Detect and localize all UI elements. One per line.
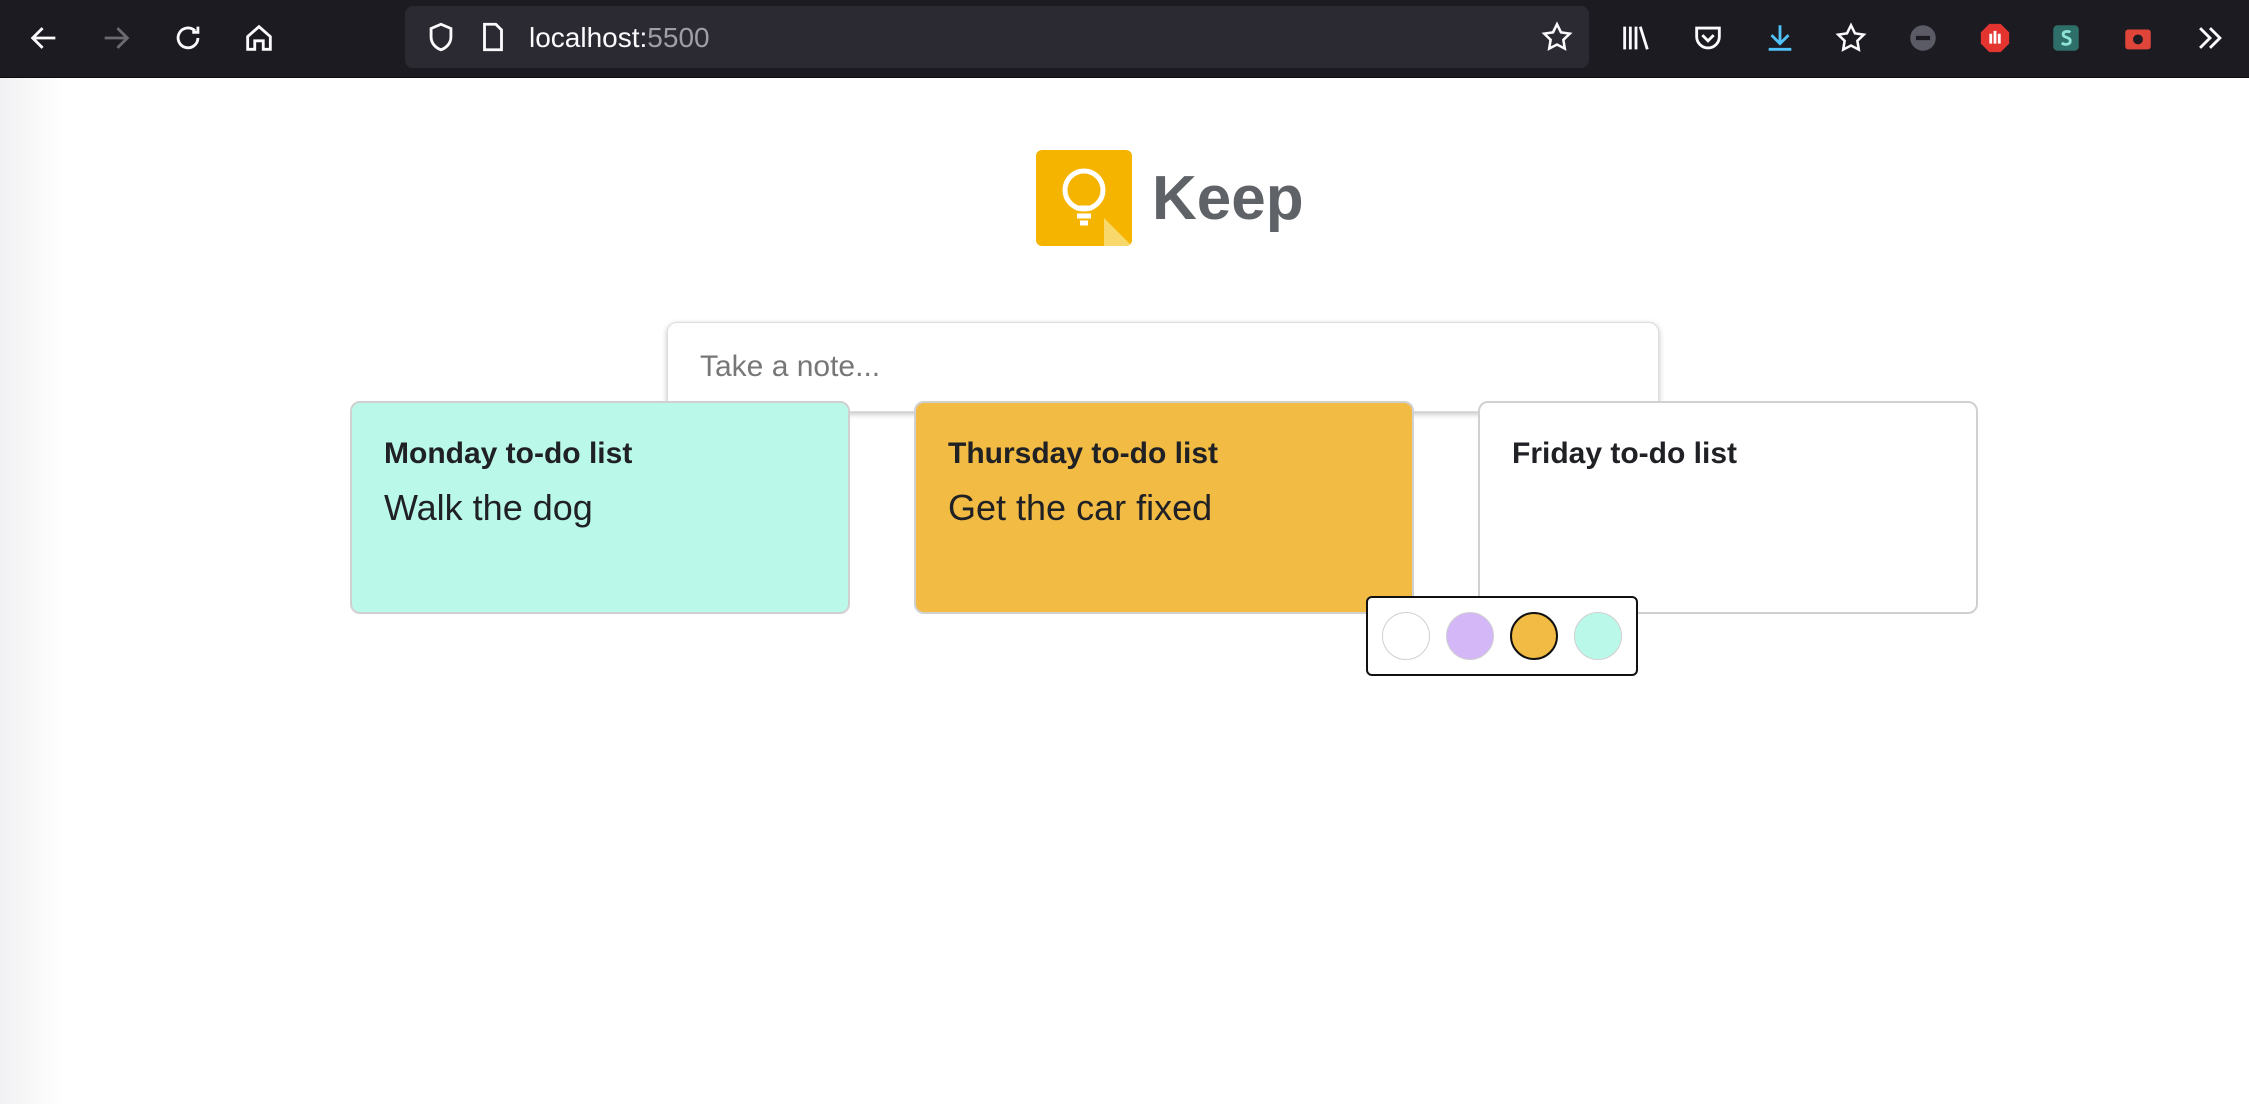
bookmark-star-button[interactable] (1531, 11, 1583, 63)
color-swatch[interactable] (1446, 612, 1494, 660)
stop-hand-icon (1980, 23, 2010, 53)
app-header: Keep (1036, 148, 1304, 248)
color-palette-popup (1366, 596, 1638, 676)
browser-toolbar: localhost:5500 (0, 0, 2249, 78)
page-content: Keep Monday to-do list Walk the dog Thursd… (0, 78, 2249, 1104)
note-body: Walk the dog (384, 487, 593, 528)
library-icon (1623, 26, 1649, 50)
url-text: localhost:5500 (529, 22, 710, 54)
extensions-button[interactable] (1825, 12, 1877, 64)
shield-icon[interactable] (415, 11, 467, 63)
chevrons-right-icon (2199, 27, 2222, 49)
downloads-button[interactable] (1754, 12, 1806, 64)
note-card[interactable]: Thursday to-do list Get the car fixed (914, 401, 1414, 614)
back-button[interactable] (18, 12, 70, 64)
star-list-icon (1835, 22, 1867, 52)
arrow-left-icon (30, 27, 56, 49)
arrow-right-icon (104, 27, 130, 49)
home-button[interactable] (233, 12, 285, 64)
pocket-button[interactable] (1682, 12, 1734, 64)
note-title: Monday to-do list (384, 437, 633, 470)
adblock-button[interactable] (1969, 12, 2021, 64)
note-card[interactable]: Friday to-do list (1478, 401, 1978, 614)
note-title: Friday to-do list (1512, 437, 1737, 470)
download-icon (1768, 25, 1792, 51)
color-swatch[interactable] (1382, 612, 1430, 660)
note-card[interactable]: Monday to-do list Walk the dog (350, 401, 850, 614)
lightbulb-icon (1036, 150, 1132, 246)
reload-icon (176, 26, 200, 50)
star-icon (1541, 21, 1573, 51)
note-body: Get the car fixed (948, 487, 1213, 528)
sync-circle-icon (1910, 25, 1936, 51)
page-icon[interactable] (467, 11, 519, 63)
s-extension-button[interactable] (2040, 12, 2092, 64)
color-swatch[interactable] (1510, 612, 1558, 660)
note-title: Thursday to-do list (948, 437, 1218, 470)
s-logo-icon (2053, 25, 2079, 51)
take-note-input[interactable] (667, 322, 1659, 412)
screenshot-button[interactable] (2112, 12, 2164, 64)
app-title: Keep (1152, 163, 1304, 233)
color-swatch[interactable] (1574, 612, 1622, 660)
url-port: 5500 (647, 22, 710, 53)
overflow-menu-button[interactable] (2184, 12, 2236, 64)
forward-button[interactable] (90, 12, 142, 64)
url-bar[interactable]: localhost:5500 (405, 6, 1589, 68)
home-icon (246, 24, 272, 51)
url-host: localhost: (529, 22, 648, 53)
reload-button[interactable] (162, 12, 214, 64)
library-button[interactable] (1610, 12, 1662, 64)
camera-icon (2125, 29, 2151, 50)
sync-extension-button[interactable] (1897, 12, 1949, 64)
pocket-icon (1695, 26, 1721, 50)
